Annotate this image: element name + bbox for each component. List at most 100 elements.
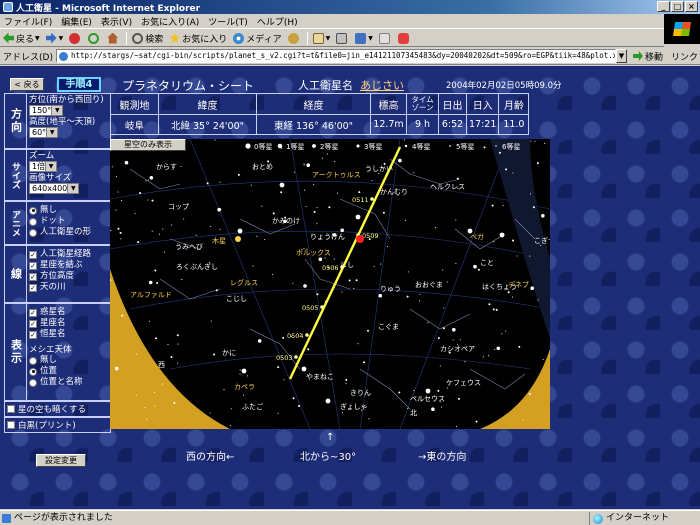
radio-button[interactable] (29, 367, 37, 376)
north-arrow-label: ↑ (326, 432, 335, 443)
name-option-planet[interactable]: ✓ 惑星名 (29, 307, 108, 318)
star (121, 314, 124, 317)
anime-option-none[interactable]: 無し (29, 205, 108, 216)
checkbox[interactable]: ✓ (29, 272, 37, 281)
checkbox[interactable]: ✓ (29, 250, 37, 259)
favorites-button[interactable]: お気に入り (169, 32, 227, 45)
star (452, 339, 454, 341)
image-size-select[interactable]: 640x400 (29, 183, 80, 194)
menu-favorites[interactable]: お気に入り(A) (141, 15, 199, 28)
star (183, 218, 185, 220)
forward-nav-button[interactable]: ▼ (45, 32, 63, 44)
radio-button[interactable] (29, 378, 37, 387)
checkbox[interactable]: ✓ (29, 330, 37, 339)
home-button[interactable] (107, 32, 120, 44)
radio-button[interactable] (29, 356, 37, 365)
checkbox[interactable] (7, 421, 15, 429)
track-point (294, 355, 298, 359)
discuss-button[interactable] (378, 32, 392, 44)
menu-edit[interactable]: 編集(E) (61, 15, 92, 28)
value-cell: 12.7m (370, 114, 407, 135)
checkbox[interactable]: ✓ (29, 283, 37, 292)
checkbox[interactable]: ✓ (29, 261, 37, 270)
menu-file[interactable]: ファイル(F) (4, 15, 52, 28)
line-option-constellation[interactable]: ✓ 星座を結ぶ (29, 260, 108, 271)
legend-label: 6等星 (502, 142, 520, 151)
status-bar: ページが表示されました インターネット (0, 510, 700, 525)
radio-button[interactable] (29, 206, 37, 215)
mail-button[interactable]: ▼ (312, 32, 330, 44)
table-header-row: 観測地 緯度 経度 標高 タイム ゾーン 日出 日入 月齢 (110, 93, 530, 115)
star (219, 228, 221, 230)
star (277, 412, 279, 414)
sky-label: ぎょしゃ (340, 402, 368, 411)
links-button[interactable]: リンク (671, 50, 698, 63)
sky-label: うみへび (175, 243, 203, 251)
star (537, 299, 539, 301)
anime-section: アニメ 無し ドット 人工衛星の形 (4, 201, 111, 245)
line-option-track[interactable]: ✓ 人工衛星経路 (29, 249, 108, 260)
messenger-button[interactable] (397, 32, 411, 44)
back-nav-button[interactable]: 戻る ▼ (3, 32, 40, 45)
media-button[interactable]: メディア (233, 32, 282, 45)
messier-option-position[interactable]: 位置 (29, 366, 108, 377)
edit-button[interactable]: ▼ (355, 32, 373, 44)
maximize-button[interactable]: □ (671, 1, 684, 12)
star (292, 397, 295, 400)
apply-settings-button[interactable]: 設定変更 (36, 454, 86, 467)
section-heading: アニメ (5, 202, 27, 244)
sky-label: ろくぶんぎし (176, 262, 218, 271)
line-option-milkyway[interactable]: ✓ 天の川 (29, 282, 108, 293)
menu-help[interactable]: ヘルプ(H) (257, 15, 298, 28)
satellite-name-link[interactable]: あじさい (360, 77, 404, 93)
planetarium-map[interactable]: 0等星 1等星 2等星 3等星 4等星 5等星 6等星 0511 0509 0506 0505 050… (110, 139, 550, 429)
dark-sky-option[interactable]: 星の空も暗くする (4, 401, 111, 417)
anime-option-dot[interactable]: ドット (29, 216, 108, 227)
azimuth-select[interactable]: 150° (29, 105, 64, 116)
star (147, 179, 149, 181)
print-option[interactable]: 白黒(プリント) (4, 417, 111, 433)
menu-tools[interactable]: ツール(T) (208, 15, 248, 28)
messier-option-none[interactable]: 無し (29, 355, 108, 366)
star (405, 219, 407, 221)
checkbox[interactable]: ✓ (29, 319, 37, 328)
zoom-select[interactable]: 1倍 (29, 161, 58, 172)
star (522, 419, 524, 421)
address-dropdown[interactable]: ▼ (615, 49, 627, 63)
radio-button[interactable] (29, 217, 37, 226)
close-button[interactable]: × (685, 1, 698, 12)
back-arrow-icon (3, 32, 14, 44)
go-button[interactable]: 移動 (632, 50, 663, 63)
page-title: プラネタリウム・シート (122, 79, 255, 93)
refresh-button[interactable] (88, 32, 101, 44)
legend-label: 4等星 (412, 142, 430, 151)
sky-label: かみのけ (272, 217, 300, 225)
star (380, 263, 382, 265)
star (341, 291, 343, 293)
minimize-button[interactable]: _ (657, 1, 670, 12)
name-option-star[interactable]: ✓ 恒星名 (29, 329, 108, 340)
sky-only-button[interactable]: 星空のみ表示 (110, 139, 186, 151)
checkbox[interactable]: ✓ (29, 308, 37, 317)
search-button[interactable]: 検索 (132, 32, 163, 45)
observation-datetime: 2004年02月02日05時09.0分 (446, 81, 562, 91)
star (528, 392, 531, 395)
address-input[interactable]: http://stargs/~sat/cgi-bin/scripts/plane… (55, 49, 616, 63)
star (334, 161, 336, 163)
radio-button[interactable] (29, 228, 37, 237)
stop-button[interactable] (69, 32, 82, 44)
menu-view[interactable]: 表示(V) (101, 15, 132, 28)
bright-star (301, 366, 307, 372)
line-option-grid[interactable]: ✓ 方位高度 (29, 271, 108, 282)
name-option-constellation[interactable]: ✓ 星座名 (29, 318, 108, 329)
messier-option-name[interactable]: 位置と名称 (29, 377, 108, 388)
east-direction-label: →東の方向 (418, 452, 467, 463)
print-button[interactable] (336, 32, 349, 44)
anime-option-shape[interactable]: 人工衛星の形 (29, 227, 108, 238)
history-button[interactable] (287, 32, 301, 44)
altitude-select[interactable]: 60° (29, 127, 59, 138)
checkbox[interactable] (7, 405, 15, 413)
sky-label: おとめ (252, 163, 273, 171)
star (459, 339, 461, 341)
page-back-button[interactable]: < 戻る (10, 78, 44, 91)
